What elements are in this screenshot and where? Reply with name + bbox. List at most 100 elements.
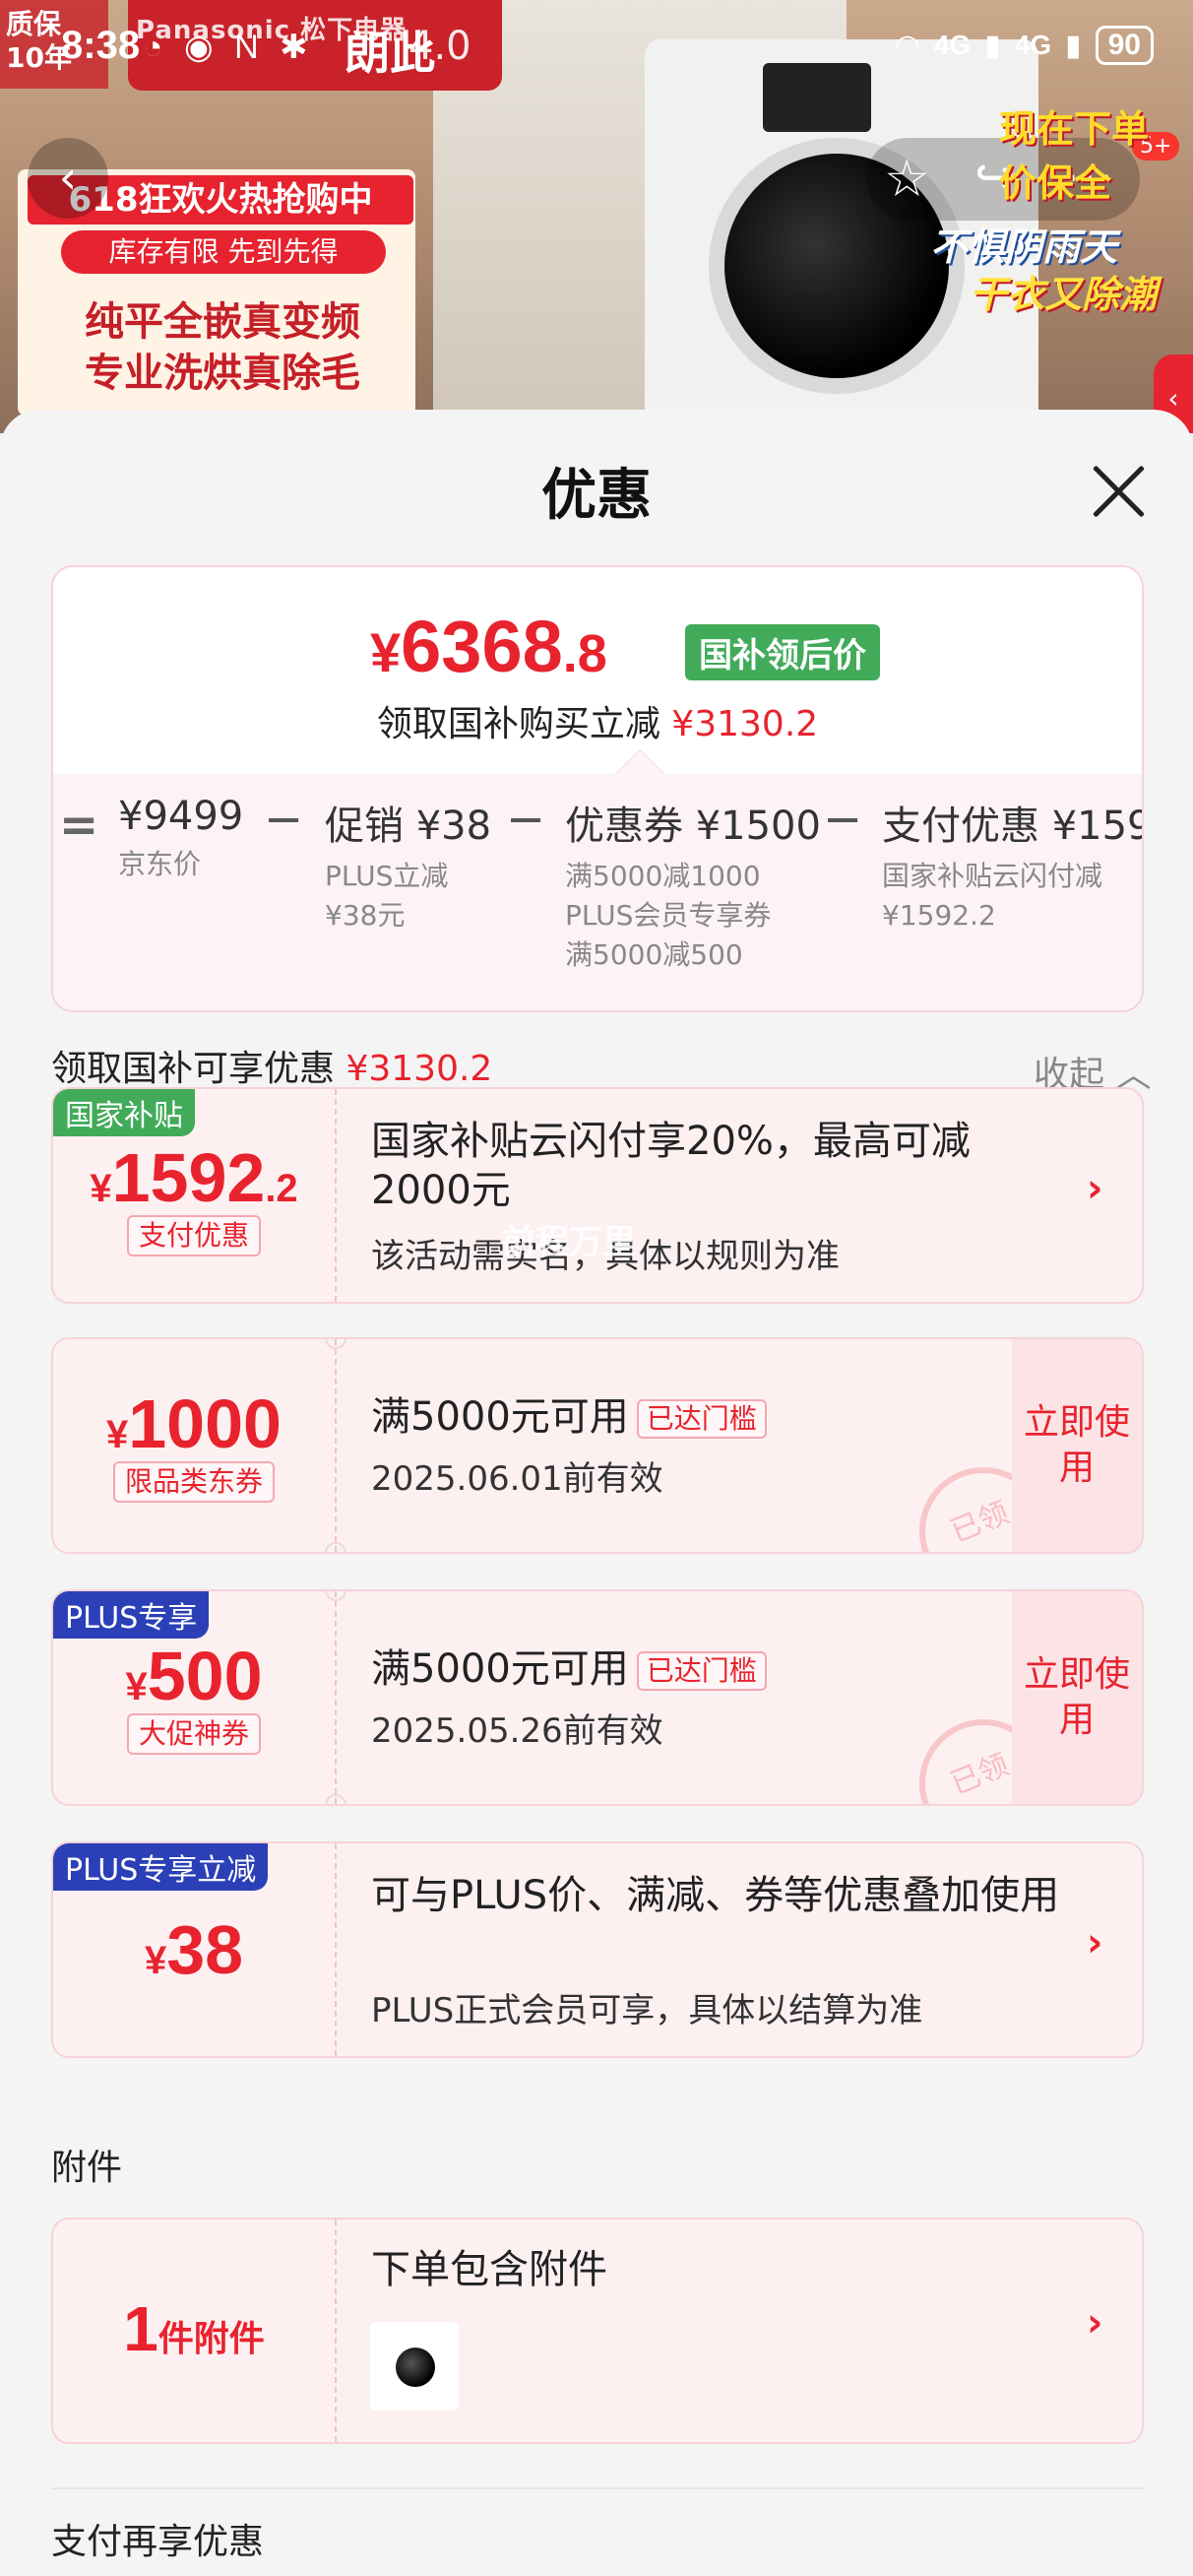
price-summary-card: ¥6368.8 国补领后价 领取国补购买立减 ¥3130.2 = ¥9499 京… bbox=[51, 565, 1144, 1012]
status-notification-icons: ◔ ◉ N ✱ bbox=[143, 29, 314, 66]
coupon-amount-int: 500 bbox=[147, 1638, 263, 1714]
promo-subline: 库存有限 先到先得 bbox=[61, 230, 386, 274]
coupon-amount-dec: .2 bbox=[265, 1167, 298, 1210]
promo-feature-1: 纯平全嵌真变频 bbox=[85, 299, 360, 345]
summary-subtitle-amount: ¥3130.2 bbox=[671, 704, 819, 744]
coupon-title: 满5000元可用 已达门槛 bbox=[371, 1392, 767, 1442]
status-right: ◠ 4G ▮ 4G ▮ 90 bbox=[895, 26, 1154, 65]
breakdown-sub: PLUS立减 bbox=[325, 860, 449, 892]
summary-subtitle-text: 领取国补购买立减 bbox=[376, 704, 660, 744]
breakdown-main: 支付优惠 ¥1592 bbox=[882, 804, 1142, 849]
status-bar: 8:38 ◔ ◉ N ✱ ◠ 4G ▮ 4G ▮ 90 bbox=[0, 0, 1193, 98]
coupon-national-subsidy[interactable]: 国家补贴 ¥1592.2 支付优惠 国家补贴云闪付享20%，最高可减2000元 … bbox=[51, 1087, 1144, 1304]
minus-sign: − bbox=[264, 792, 304, 847]
coupon-divider bbox=[335, 1339, 337, 1552]
coupon-divider bbox=[335, 1089, 337, 1302]
coupon-expiry: 2025.05.26前有效 bbox=[371, 1711, 663, 1751]
coupon-title-text: 满5000元可用 bbox=[371, 1646, 629, 1692]
coupon-amount: ¥500 bbox=[53, 1637, 335, 1715]
battery-icon: 90 bbox=[1095, 26, 1154, 65]
coupon-divider bbox=[335, 1591, 337, 1804]
signal-icon-2: 4G bbox=[1014, 30, 1052, 60]
breakdown-main: ¥9499 bbox=[118, 794, 244, 839]
coupon-currency: ¥ bbox=[106, 1413, 129, 1456]
coupon-divider bbox=[335, 1843, 337, 2056]
slogan-line-2: 干衣又除潮 bbox=[970, 273, 1158, 316]
promo-feature-2: 专业洗烘真除毛 bbox=[85, 351, 360, 396]
coupon-1000: ¥1000 限品类东券 满5000元可用 已达门槛 2025.06.01前有效 已… bbox=[51, 1337, 1144, 1554]
chevron-right-icon[interactable]: › bbox=[1087, 1166, 1102, 1211]
breakdown-sub: ¥1592.2 bbox=[882, 899, 996, 932]
coupon-amount-int: 38 bbox=[166, 1911, 244, 1988]
coupon-desc: PLUS正式会员可享，具体以结算为准 bbox=[371, 1991, 923, 2030]
coupon-amount-int: 1592 bbox=[111, 1139, 266, 1216]
payment-offers-header: 支付再享优惠 bbox=[51, 2522, 265, 2562]
breakdown-sub: PLUS会员专享券 bbox=[565, 899, 772, 932]
breakdown-sub: 满5000减1000 bbox=[565, 860, 761, 892]
coupon-amount: ¥38 bbox=[53, 1910, 335, 1989]
coupon-amount: ¥1592.2 bbox=[53, 1138, 335, 1217]
attachment-count-label: 件附件 bbox=[157, 2319, 265, 2359]
wifi-icon: ◠ bbox=[894, 29, 920, 62]
coupon-currency: ¥ bbox=[125, 1665, 148, 1708]
use-now-label: 立即使用 bbox=[1023, 1654, 1130, 1740]
sheet-title: 优惠 bbox=[541, 464, 652, 528]
section-label: 领取国补可享优惠 bbox=[51, 1049, 336, 1089]
signal-bars-icon-2: ▮ bbox=[1065, 29, 1082, 62]
breakdown-main: 优惠券 ¥1500 bbox=[565, 804, 821, 849]
signal-bars-icon-1: ▮ bbox=[984, 29, 1001, 62]
attachments-header: 附件 bbox=[51, 2148, 123, 2188]
section-amount: ¥3130.2 bbox=[345, 1049, 493, 1089]
use-now-button[interactable]: 立即使用 bbox=[1012, 1339, 1142, 1552]
coupon-tag: PLUS专享 bbox=[53, 1591, 210, 1639]
minus-sign: − bbox=[506, 792, 546, 847]
price-currency: ¥ bbox=[370, 621, 402, 683]
breakdown-sub: 京东价 bbox=[118, 848, 202, 880]
summary-subtitle: 领取国补购买立减 ¥3130.2 bbox=[53, 695, 1142, 746]
watermark-text: 前程万里 bbox=[502, 1223, 636, 1262]
coupon-title-text: 满5000元可用 bbox=[371, 1394, 629, 1440]
price-breakdown: = ¥9499 京东价 − 促销 ¥38 PLUS立减 ¥38元 − 优惠券 ¥… bbox=[53, 774, 1142, 1010]
price-decimal: .8 bbox=[562, 624, 607, 683]
coupon-type-label: 大促神券 bbox=[126, 1713, 261, 1755]
coupon-plus-discount[interactable]: PLUS专享立减 ¥38 可与PLUS价、满减、券等优惠叠加使用 PLUS正式会… bbox=[51, 1841, 1144, 2058]
coupon-type-label: 支付优惠 bbox=[126, 1215, 261, 1256]
breakdown-main: 促销 ¥38 bbox=[325, 804, 492, 849]
attachment-count-number: 1 bbox=[123, 2293, 158, 2364]
summary-top: ¥6368.8 国补领后价 领取国补购买立减 ¥3130.2 bbox=[53, 567, 1142, 774]
breakdown-sub: 国家补贴云闪付减 bbox=[882, 860, 1103, 892]
discount-sheet: 优惠 ¥6368.8 国补领后价 领取国补购买立减 ¥3130.2 = ¥949… bbox=[0, 410, 1193, 2576]
coupon-amount: ¥1000 bbox=[53, 1385, 335, 1463]
use-now-button[interactable]: 立即使用 bbox=[1012, 1591, 1142, 1804]
breakdown-payment: 支付优惠 ¥1592 国家补贴云闪付减 ¥1592.2 bbox=[882, 794, 1142, 935]
coupon-amount-int: 1000 bbox=[128, 1385, 282, 1462]
coupon-type-pill: 大促神券 bbox=[53, 1713, 335, 1755]
final-price: ¥6368.8 bbox=[370, 605, 607, 688]
price-integer: 6368 bbox=[401, 606, 563, 687]
attachment-thumbnail[interactable] bbox=[370, 2322, 459, 2411]
chevron-right-icon[interactable]: › bbox=[1087, 1920, 1102, 1965]
signal-icon-1: 4G bbox=[933, 30, 972, 60]
coupon-type-pill: 支付优惠 bbox=[53, 1215, 335, 1256]
attachments-card[interactable]: 1件附件 下单包含附件 › bbox=[51, 2218, 1144, 2444]
slogan-price-protect: 现在下单 价保全 bbox=[999, 107, 1150, 205]
use-now-label: 立即使用 bbox=[1023, 1402, 1130, 1488]
attachment-count: 1件附件 bbox=[53, 2292, 335, 2365]
subsidy-section-header: 领取国补可享优惠 ¥3130.2 bbox=[51, 1040, 492, 1091]
coupon-tag: 国家补贴 bbox=[53, 1089, 195, 1136]
coupon-500: PLUS专享 ¥500 大促神券 满5000元可用 已达门槛 2025.05.26… bbox=[51, 1589, 1144, 1806]
equals-sign: = bbox=[59, 798, 99, 853]
close-icon[interactable] bbox=[1083, 457, 1152, 526]
threshold-met-badge: 已达门槛 bbox=[636, 1651, 767, 1691]
coupon-currency: ¥ bbox=[144, 1939, 167, 1982]
minus-sign: − bbox=[823, 792, 863, 847]
attachment-title: 下单包含附件 bbox=[371, 2247, 607, 2292]
coupon-currency: ¥ bbox=[90, 1167, 112, 1210]
section-divider bbox=[51, 2487, 1144, 2489]
coupon-divider bbox=[335, 2220, 337, 2442]
subsidy-price-tag: 国补领后价 bbox=[685, 624, 880, 680]
breakdown-sub: 满5000减500 bbox=[565, 938, 743, 971]
star-icon[interactable]: ☆ bbox=[884, 150, 930, 209]
back-arrow-icon[interactable]: ‹ bbox=[28, 138, 108, 219]
chevron-right-icon[interactable]: › bbox=[1087, 2300, 1102, 2346]
